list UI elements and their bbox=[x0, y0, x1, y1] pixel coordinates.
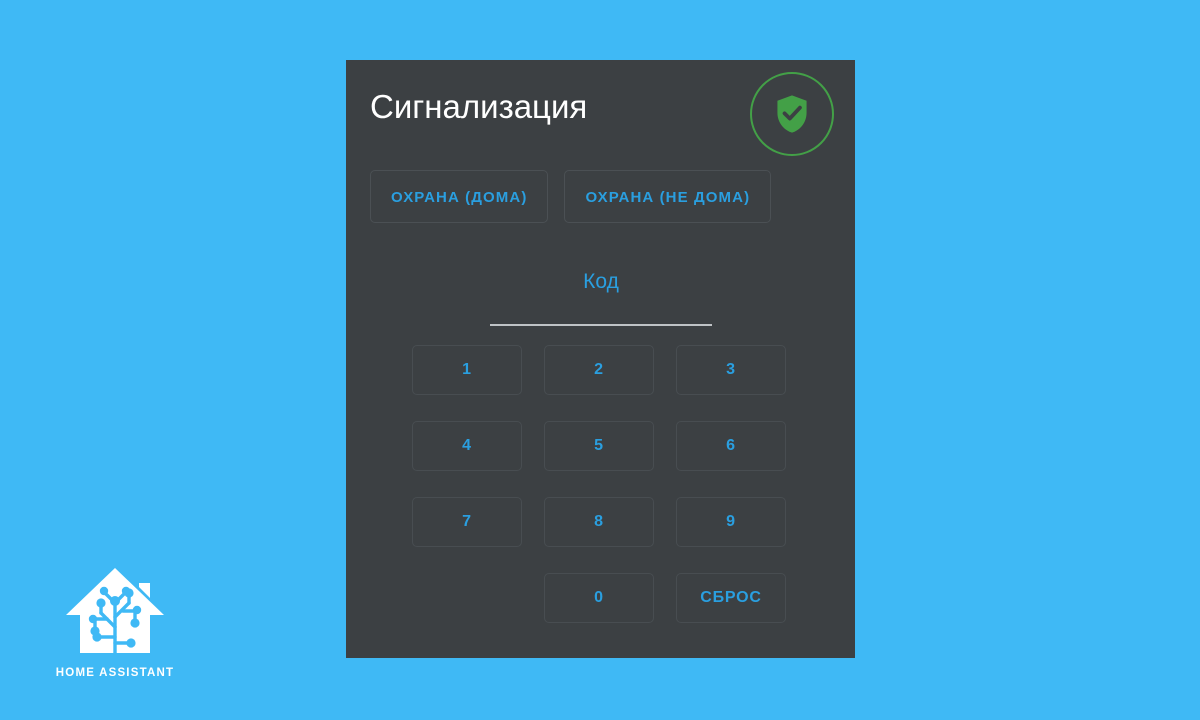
keypad-key-6[interactable]: 6 bbox=[676, 421, 786, 471]
shield-check-icon bbox=[773, 93, 811, 135]
alarm-panel-card: Сигнализация ОХРАНА (ДОМА) ОХРАНА (НЕ ДО… bbox=[346, 60, 855, 658]
arm-home-button[interactable]: ОХРАНА (ДОМА) bbox=[370, 170, 549, 223]
home-assistant-branding: HOME ASSISTANT bbox=[50, 565, 180, 679]
code-input-label: Код bbox=[583, 270, 619, 293]
home-assistant-logo-icon bbox=[50, 565, 180, 661]
keypad-key-3[interactable]: 3 bbox=[676, 345, 786, 395]
keypad-key-9[interactable]: 9 bbox=[676, 497, 786, 547]
code-field: Код bbox=[490, 268, 712, 326]
keypad-key-1[interactable]: 1 bbox=[412, 345, 522, 395]
arm-mode-button-group: ОХРАНА (ДОМА) ОХРАНА (НЕ ДОМА) bbox=[370, 170, 772, 223]
page-title: Сигнализация bbox=[370, 88, 588, 125]
code-keypad: 1 2 3 4 5 6 7 8 9 0 СБРОС bbox=[412, 345, 790, 623]
keypad-key-0[interactable]: 0 bbox=[544, 573, 654, 623]
keypad-key-8[interactable]: 8 bbox=[544, 497, 654, 547]
keypad-key-4[interactable]: 4 bbox=[412, 421, 522, 471]
keypad-clear-button[interactable]: СБРОС bbox=[676, 573, 786, 623]
card-header: Сигнализация bbox=[346, 60, 855, 168]
keypad-key-2[interactable]: 2 bbox=[544, 345, 654, 395]
keypad-key-7[interactable]: 7 bbox=[412, 497, 522, 547]
alarm-state-badge bbox=[750, 72, 834, 156]
arm-away-button[interactable]: ОХРАНА (НЕ ДОМА) bbox=[564, 170, 772, 223]
code-input[interactable] bbox=[490, 296, 712, 326]
home-assistant-wordmark: HOME ASSISTANT bbox=[55, 667, 175, 679]
keypad-key-5[interactable]: 5 bbox=[544, 421, 654, 471]
